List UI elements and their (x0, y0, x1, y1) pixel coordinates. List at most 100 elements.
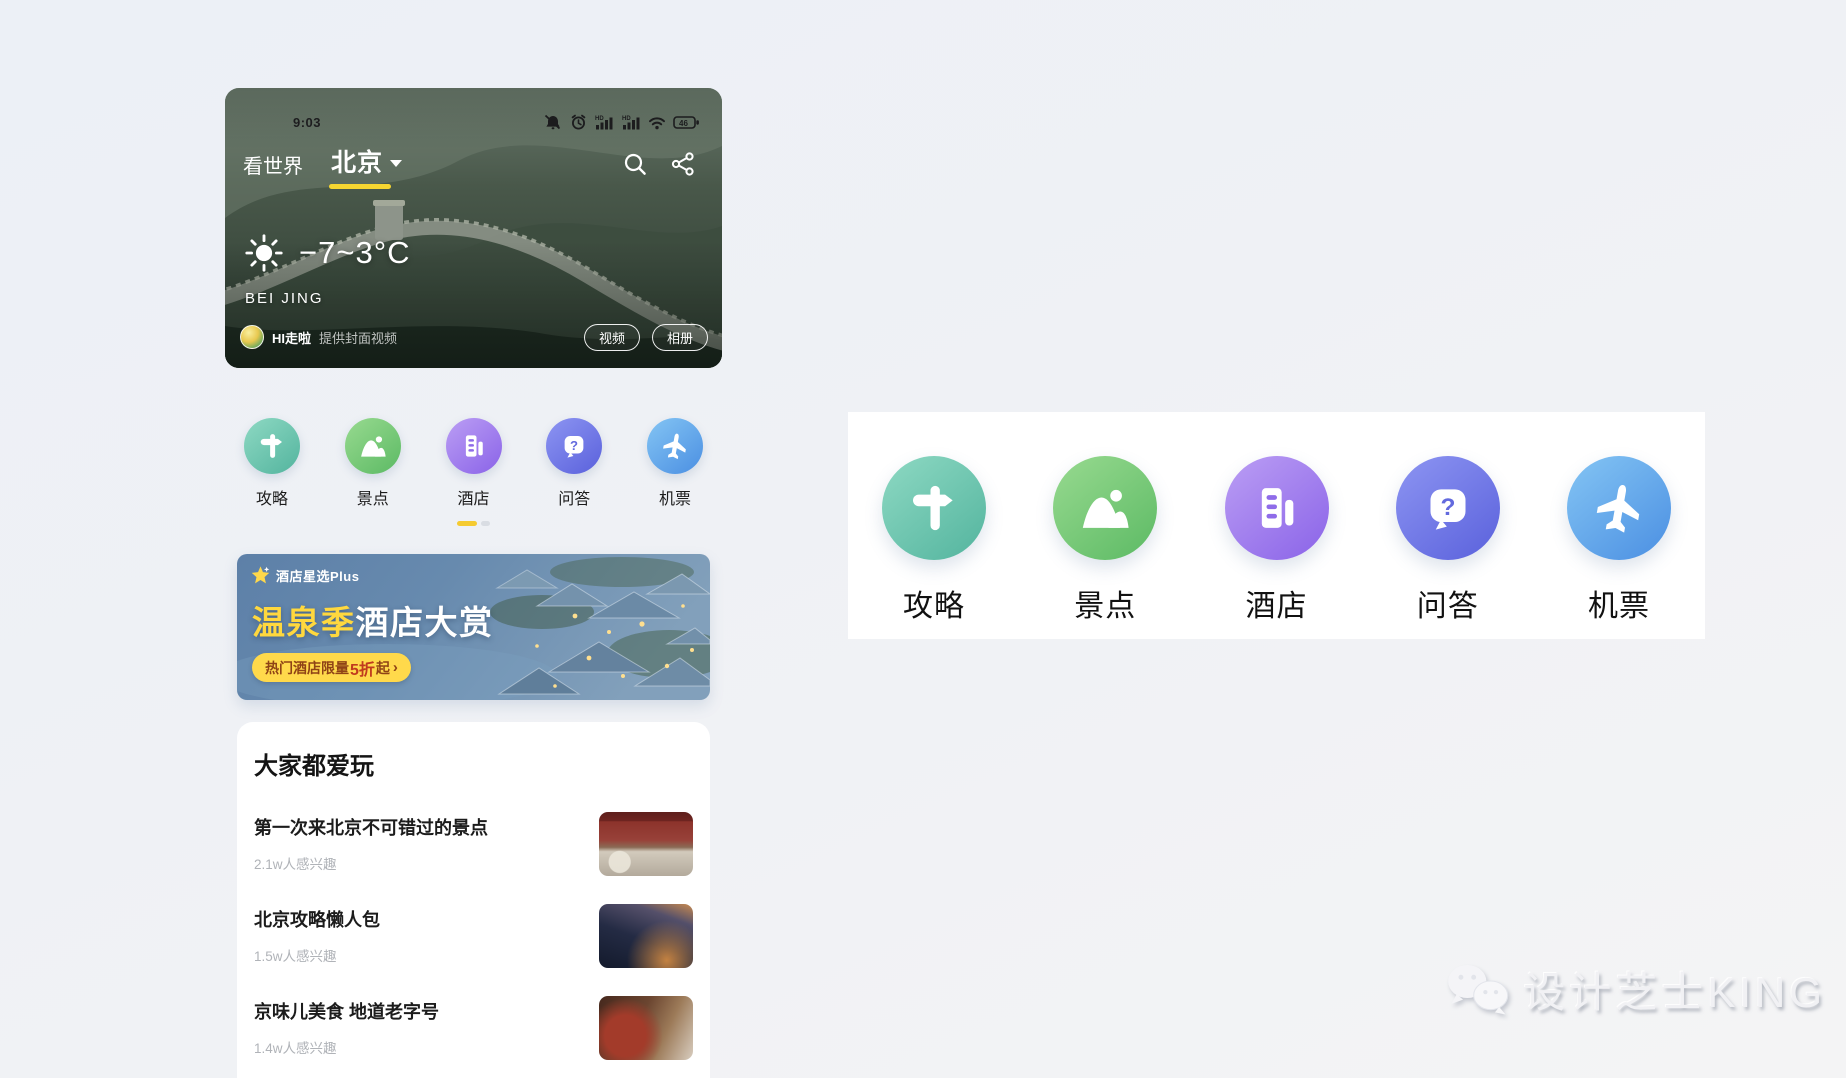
hotel-promo-banner[interactable]: 酒店星选Plus 温泉季酒店大赏 热门酒店限量 5折 起 › (237, 554, 710, 700)
list-item-title: 北京攻略懒人包 (254, 906, 380, 932)
city-label: 北京 (331, 143, 383, 179)
promo-text: 热门酒店限量 (265, 658, 349, 678)
list-item[interactable]: 北京攻略懒人包 1.5w人感兴趣 (254, 904, 693, 968)
airplane-icon (1567, 456, 1671, 560)
banner-logo-text: 酒店星选Plus (276, 566, 359, 585)
status-bar: 9:03 HD (225, 112, 722, 132)
panel-item-flights[interactable]: 机票 (1567, 456, 1671, 639)
page-dot[interactable] (481, 521, 490, 526)
tab-see-world[interactable]: 看世界 (237, 146, 309, 183)
header-actions (622, 151, 696, 177)
weather-block: −7~3°C (243, 232, 410, 274)
list-item-meta: 1.5w人感兴趣 (254, 945, 380, 965)
chevron-right-icon: › (393, 659, 398, 676)
list-item-text: 京味儿美食 地道老字号 1.4w人感兴趣 (254, 996, 439, 1057)
star-logo-icon (250, 565, 271, 586)
battery-icon: 46 (673, 115, 700, 130)
search-icon[interactable] (622, 151, 648, 177)
nav-item-guide[interactable]: 攻略 (237, 418, 307, 510)
promo-pill-button[interactable]: 热门酒店限量 5折 起 › (252, 653, 411, 682)
page-dot-active[interactable] (457, 521, 477, 526)
nav-item-attractions[interactable]: 景点 (338, 418, 408, 510)
promo-suffix: 起 (376, 658, 390, 678)
list-item-text: 北京攻略懒人包 1.5w人感兴趣 (254, 904, 380, 965)
sun-icon (243, 232, 285, 274)
status-time: 9:03 (293, 115, 321, 130)
wifi-icon (648, 115, 666, 130)
guide-signpost-icon (244, 418, 300, 474)
nav-item-hotel[interactable]: 酒店 (439, 418, 509, 510)
album-button[interactable]: 相册 (652, 324, 708, 351)
nav-item-label: 酒店 (457, 485, 489, 509)
signal-hd-icon-2: HD (621, 114, 641, 130)
popular-list: 第一次来北京不可错过的景点 2.1w人感兴趣 北京攻略懒人包 1.5w人感兴趣 … (254, 812, 693, 1060)
panel-item-qa[interactable]: 问答 (1396, 456, 1500, 639)
design-canvas: 9:03 HD (0, 0, 1846, 1078)
svg-text:HD: HD (622, 116, 631, 122)
mute-icon (543, 114, 563, 130)
list-item-title: 京味儿美食 地道老字号 (254, 998, 439, 1024)
section-title: 大家都爱玩 (254, 746, 693, 781)
banner-title-highlight: 温泉季 (252, 604, 356, 641)
panel-item-guide[interactable]: 攻略 (882, 456, 986, 639)
nav-item-label: 机票 (659, 485, 691, 509)
panel-item-label: 问答 (1417, 581, 1479, 625)
list-item-title: 第一次来北京不可错过的景点 (254, 814, 488, 840)
airplane-icon (647, 418, 703, 474)
city-selector[interactable]: 北京 (327, 141, 406, 187)
page-indicator (237, 521, 710, 526)
city-english-name: BEI JING (245, 290, 324, 307)
promo-discount: 5折 (350, 656, 375, 680)
question-bubble-icon (546, 418, 602, 474)
list-item[interactable]: 京味儿美食 地道老字号 1.4w人感兴趣 (254, 996, 693, 1060)
header-row: 看世界 北京 (237, 144, 696, 184)
icon-detail-panel: 攻略 景点 酒店 问答 机票 (848, 412, 1705, 639)
nav-item-label: 问答 (558, 485, 590, 509)
list-item-meta: 2.1w人感兴趣 (254, 853, 488, 873)
forbidden-city-thumbnail (599, 812, 693, 876)
mountain-icon (345, 418, 401, 474)
wechat-logo-icon (1445, 962, 1513, 1018)
mountain-icon (1053, 456, 1157, 560)
video-button[interactable]: 视频 (584, 324, 640, 351)
list-item-meta: 1.4w人感兴趣 (254, 1037, 439, 1057)
list-item-text: 第一次来北京不可错过的景点 2.1w人感兴趣 (254, 812, 488, 873)
panel-item-hotel[interactable]: 酒店 (1225, 456, 1329, 639)
banner-title: 温泉季酒店大赏 (252, 596, 494, 644)
hotel-building-icon (1225, 456, 1329, 560)
cover-provider-row: HI走啦 提供封面视频 视频 相册 (240, 322, 708, 352)
nav-item-label: 攻略 (256, 485, 288, 509)
panel-item-label: 酒店 (1246, 581, 1308, 625)
hotel-building-icon (446, 418, 502, 474)
guide-signpost-icon (882, 456, 986, 560)
banner-title-rest: 酒店大赏 (356, 604, 494, 641)
panel-item-label: 机票 (1588, 581, 1650, 625)
panel-item-label: 景点 (1074, 581, 1136, 625)
signal-hd-icon: HD (594, 114, 614, 130)
city-night-thumbnail (599, 904, 693, 968)
temperature: −7~3°C (299, 235, 410, 271)
svg-text:46: 46 (679, 119, 688, 128)
active-tab-underline (329, 184, 391, 189)
nav-item-label: 景点 (357, 485, 389, 509)
provider-name: HI走啦 (272, 328, 311, 347)
status-icons: HD HD (543, 114, 700, 130)
popular-card: 大家都爱玩 第一次来北京不可错过的景点 2.1w人感兴趣 北京攻略懒人包 1.5… (237, 722, 710, 1078)
share-icon[interactable] (670, 151, 696, 177)
svg-text:HD: HD (595, 116, 604, 122)
alarm-icon (570, 114, 587, 130)
provider-avatar[interactable] (240, 325, 264, 349)
question-bubble-icon (1396, 456, 1500, 560)
provider-note: 提供封面视频 (319, 328, 397, 347)
food-thumbnail (599, 996, 693, 1060)
nav-item-qa[interactable]: 问答 (539, 418, 609, 510)
designer-watermark: 设计芝士KING (1445, 959, 1826, 1020)
panel-item-attractions[interactable]: 景点 (1053, 456, 1157, 639)
list-item[interactable]: 第一次来北京不可错过的景点 2.1w人感兴趣 (254, 812, 693, 876)
chevron-down-icon (390, 160, 402, 167)
watermark-text: 设计芝士KING (1523, 959, 1826, 1020)
panel-item-label: 攻略 (903, 581, 965, 625)
hero-cover: 9:03 HD (225, 88, 722, 368)
banner-logo: 酒店星选Plus (250, 565, 359, 586)
nav-item-flights[interactable]: 机票 (640, 418, 710, 510)
